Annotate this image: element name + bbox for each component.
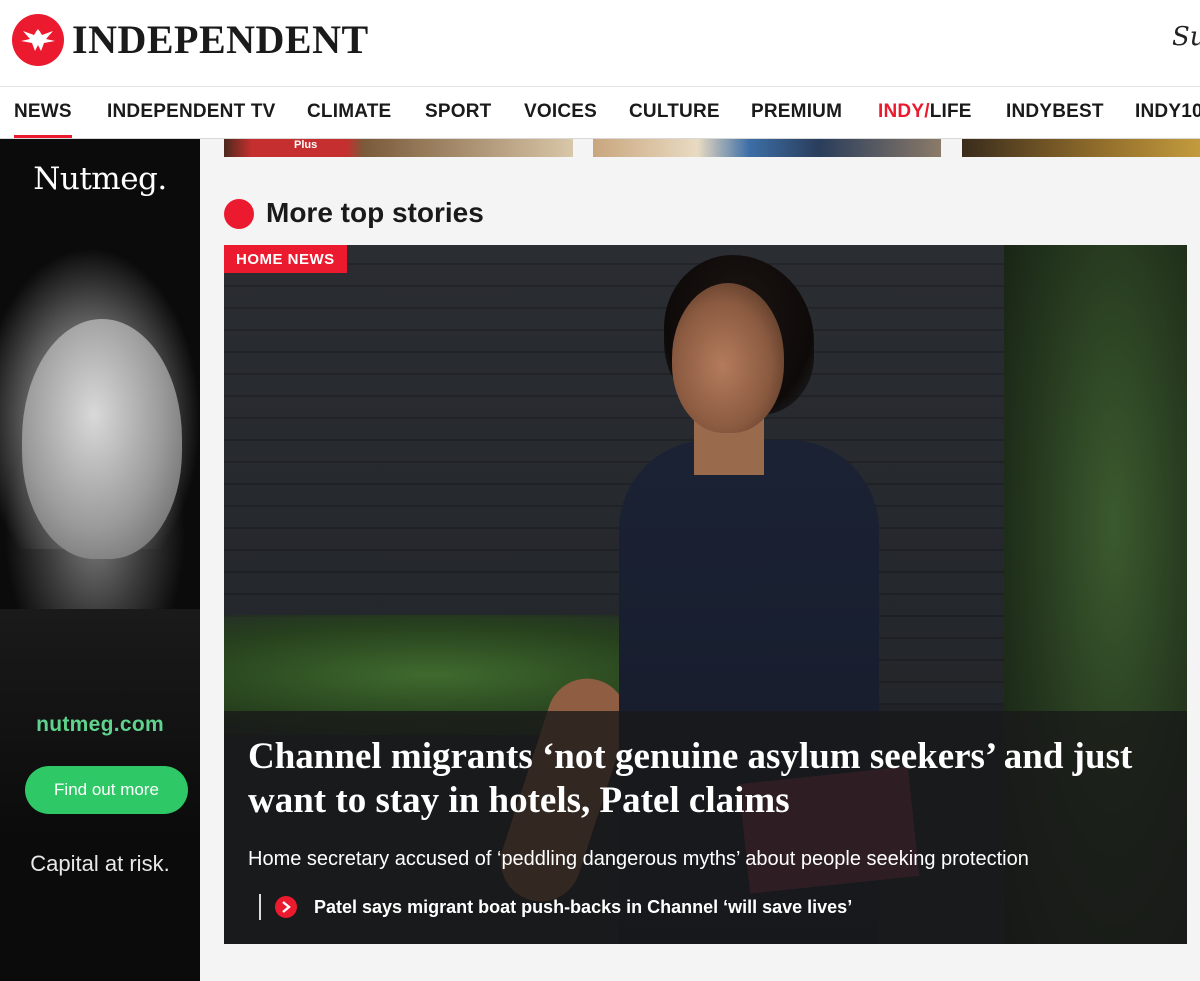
story-thumbnail[interactable] <box>962 139 1200 157</box>
category-badge[interactable]: HOME NEWS <box>224 245 347 273</box>
subscribe-link[interactable]: Su <box>1172 22 1200 52</box>
related-link-text: Patel says migrant boat push-backs in Ch… <box>314 896 853 917</box>
ad-url[interactable]: nutmeg.com <box>0 713 200 737</box>
nav-item-climate[interactable]: CLIMATE <box>307 87 391 135</box>
nav-item-news[interactable]: NEWS <box>14 87 72 138</box>
nav-item-voices[interactable]: VOICES <box>524 87 597 135</box>
thumbnail-tag: Plus <box>294 139 318 151</box>
chevron-right-icon <box>275 896 297 918</box>
nav-item-culture[interactable]: CULTURE <box>629 87 720 135</box>
story-thumbnail[interactable]: Plus <box>224 139 573 157</box>
ad-photo-face <box>22 319 182 559</box>
nav-life-suffix: LIFE <box>929 101 972 122</box>
site-logo[interactable]: INDEPENDENT <box>12 14 369 66</box>
lead-standfirst: Home secretary accused of ‘peddling dang… <box>248 848 1029 870</box>
eagle-icon <box>12 14 64 66</box>
nav-item-sport[interactable]: SPORT <box>425 87 491 135</box>
section-title: More top stories <box>266 197 484 228</box>
section-dot-icon <box>224 199 254 229</box>
main-nav: NEWS INDEPENDENT TV CLIMATE SPORT VOICES… <box>0 87 1200 139</box>
nav-item-indy-life[interactable]: INDY/LIFE <box>878 87 972 135</box>
page-gutter <box>1187 245 1200 944</box>
lead-headline[interactable]: Channel migrants ‘not genuine asylum see… <box>248 735 1168 823</box>
nav-item-premium[interactable]: PREMIUM <box>751 87 842 135</box>
logo-wordmark: INDEPENDENT <box>72 17 369 62</box>
masthead: INDEPENDENT Su <box>0 0 1200 87</box>
ad-brand-logo: Nutmeg. <box>33 161 167 197</box>
nav-item-independent-tv[interactable]: INDEPENDENT TV <box>107 87 276 135</box>
lead-story-card[interactable]: HOME NEWS Channel migrants ‘not genuine … <box>224 245 1187 944</box>
advert-panel[interactable]: Nutmeg. nutmeg.com Find out more Capital… <box>0 139 200 981</box>
ad-disclaimer: Capital at risk. <box>30 851 170 876</box>
related-link[interactable]: Patel says migrant boat push-backs in Ch… <box>259 894 852 920</box>
nav-item-indybest[interactable]: INDYBEST <box>1006 87 1104 135</box>
nav-indy-prefix: INDY/ <box>878 101 930 122</box>
ad-cta-button[interactable]: Find out more <box>25 766 188 814</box>
nav-item-indy100[interactable]: INDY10 <box>1135 87 1200 135</box>
lead-photo-face <box>672 283 784 433</box>
story-thumbnail[interactable] <box>593 139 941 157</box>
